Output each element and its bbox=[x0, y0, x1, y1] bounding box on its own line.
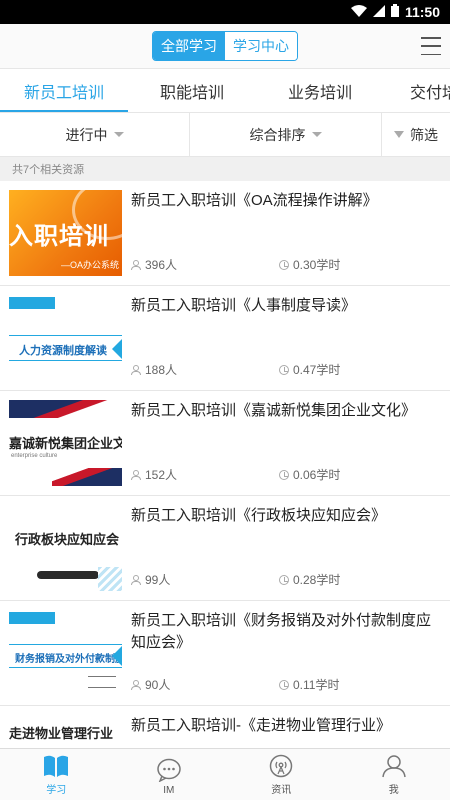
person-icon bbox=[131, 574, 141, 585]
thumbnail-text: 行政板块应知应会 bbox=[15, 532, 120, 547]
course-item[interactable]: 走进物业管理行业 新员工入职培训-《走进物业管理行业》 bbox=[0, 706, 450, 748]
filter-button-label: 筛选 bbox=[410, 126, 438, 143]
course-title: 新员工入职培训《嘉诚新悦集团企业文化》 bbox=[131, 402, 417, 419]
course-title: 新员工入职培训《行政板块应知应会》 bbox=[131, 507, 387, 524]
tab-delivery[interactable]: 交付培 bbox=[384, 69, 450, 112]
learner-count: 152人 bbox=[145, 468, 178, 482]
clock-icon bbox=[279, 259, 289, 270]
learner-count: 99人 bbox=[145, 573, 171, 587]
course-title: 新员工入职培训《财务报销及对外付款制度应知应会》 bbox=[131, 612, 432, 651]
bottom-nav: 学习 IM 资讯 我 bbox=[0, 748, 450, 800]
wifi-icon bbox=[350, 4, 367, 20]
status-dropdown-label: 进行中 bbox=[65, 126, 108, 143]
sort-dropdown-label: 综合排序 bbox=[249, 126, 306, 143]
filter-bar: 进行中 综合排序 筛选 bbox=[0, 113, 450, 157]
clock-icon bbox=[279, 574, 289, 585]
chat-icon bbox=[157, 758, 181, 782]
course-item[interactable]: 嘉诚新悦集团企业文化 enterprise culture 新员工入职培训《嘉诚… bbox=[0, 391, 450, 496]
study-hours: 0.28学时 bbox=[293, 573, 341, 587]
thumbnail-text: 人力资源制度解读 bbox=[19, 345, 107, 357]
study-hours: 0.30学时 bbox=[293, 258, 341, 272]
sort-dropdown[interactable]: 综合排序 bbox=[190, 113, 382, 156]
nav-me-label: 我 bbox=[388, 785, 399, 796]
study-hours: 0.11学时 bbox=[293, 678, 340, 692]
course-title: 新员工入职培训《人事制度导读》 bbox=[131, 297, 357, 314]
tab-functional[interactable]: 职能培训 bbox=[128, 69, 256, 112]
category-tabs: 新员工培训 职能培训 业务培训 交付培 bbox=[0, 69, 450, 113]
nav-news[interactable]: 资讯 bbox=[225, 749, 338, 800]
course-thumbnail: 入职培训 —OA办公系统 bbox=[9, 190, 122, 276]
course-title: 新员工入职培训《OA流程操作讲解》 bbox=[131, 192, 378, 209]
course-list: 入职培训 —OA办公系统 新员工入职培训《OA流程操作讲解》 396人 0.30… bbox=[0, 181, 450, 748]
course-thumbnail: 走进物业管理行业 bbox=[9, 715, 122, 748]
clock-icon bbox=[279, 469, 289, 480]
clock-time: 11:50 bbox=[404, 4, 440, 20]
course-item[interactable]: 行政板块应知应会 新员工入职培训《行政板块应知应会》 99人 0.28学时 bbox=[0, 496, 450, 601]
course-title: 新员工入职培训-《走进物业管理行业》 bbox=[131, 717, 391, 734]
signal-icon bbox=[372, 4, 385, 20]
scope-segmented-control: 全部学习 学习中心 bbox=[152, 31, 298, 61]
logo-icon bbox=[9, 612, 55, 624]
thumbnail-text: 走进物业管理行业 bbox=[9, 726, 114, 741]
segment-learning-center[interactable]: 学习中心 bbox=[225, 32, 297, 60]
nav-learning[interactable]: 学习 bbox=[0, 749, 113, 800]
thumbnail-text: 入职培训 bbox=[9, 223, 109, 250]
status-bar: 11:50 bbox=[0, 0, 450, 24]
course-thumbnail: 财务报销及对外付款制度 bbox=[9, 610, 122, 696]
tab-business[interactable]: 业务培训 bbox=[256, 69, 384, 112]
nav-news-label: 资讯 bbox=[271, 785, 292, 796]
book-icon bbox=[44, 755, 69, 777]
learner-count: 188人 bbox=[145, 363, 178, 377]
thumbnail-subtext: enterprise culture bbox=[11, 453, 58, 459]
broadcast-icon bbox=[270, 754, 293, 778]
segment-all-learning[interactable]: 全部学习 bbox=[153, 32, 225, 60]
nav-im-label: IM bbox=[163, 785, 175, 796]
course-item[interactable]: 人力资源制度解读 新员工入职培训《人事制度导读》 188人 0.47学时 bbox=[0, 286, 450, 391]
nav-learning-label: 学习 bbox=[46, 785, 67, 796]
course-item[interactable]: 入职培训 —OA办公系统 新员工入职培训《OA流程操作讲解》 396人 0.30… bbox=[0, 181, 450, 286]
caret-down-icon bbox=[113, 132, 124, 137]
result-count: 共7个相关资源 bbox=[0, 157, 450, 181]
study-hours: 0.06学时 bbox=[293, 468, 341, 482]
thumbnail-text: 财务报销及对外付款制度 bbox=[15, 654, 122, 665]
caret-down-icon bbox=[311, 132, 322, 137]
course-thumbnail: 行政板块应知应会 bbox=[9, 505, 122, 591]
battery-icon bbox=[390, 4, 399, 20]
nav-me[interactable]: 我 bbox=[338, 749, 450, 800]
user-icon bbox=[382, 755, 406, 778]
course-thumbnail: 嘉诚新悦集团企业文化 enterprise culture bbox=[9, 400, 122, 486]
app-header: 全部学习 学习中心 bbox=[0, 24, 450, 69]
thumbnail-subtext: —OA办公系统 bbox=[60, 260, 119, 270]
study-hours: 0.47学时 bbox=[293, 363, 341, 377]
person-icon bbox=[131, 259, 141, 270]
thumbnail-text: 嘉诚新悦集团企业文化 bbox=[9, 436, 122, 451]
nav-im[interactable]: IM bbox=[113, 749, 226, 800]
learner-count: 396人 bbox=[145, 258, 178, 272]
status-dropdown[interactable]: 进行中 bbox=[0, 113, 190, 156]
funnel-icon bbox=[394, 131, 404, 138]
clock-icon bbox=[279, 679, 289, 690]
hamburger-menu-icon[interactable] bbox=[421, 37, 441, 55]
filter-button[interactable]: 筛选 bbox=[382, 113, 450, 156]
tab-new-employee[interactable]: 新员工培训 bbox=[0, 69, 128, 112]
course-thumbnail: 人力资源制度解读 bbox=[9, 295, 122, 381]
clock-icon bbox=[279, 364, 289, 375]
person-icon bbox=[131, 364, 141, 375]
person-icon bbox=[131, 679, 141, 690]
course-item[interactable]: 财务报销及对外付款制度 新员工入职培训《财务报销及对外付款制度应知应会》 90人… bbox=[0, 601, 450, 706]
person-icon bbox=[131, 469, 141, 480]
logo-icon bbox=[9, 297, 55, 309]
learner-count: 90人 bbox=[145, 678, 171, 692]
